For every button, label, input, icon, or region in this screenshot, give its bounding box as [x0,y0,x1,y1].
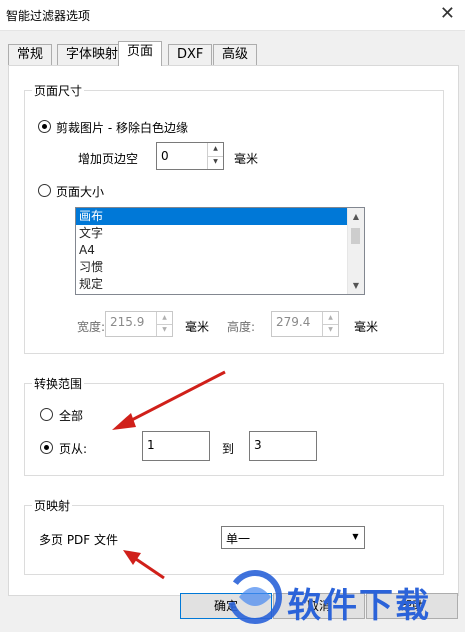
page-mapping-title: 页映射 [32,497,73,514]
list-item[interactable]: A4 [76,242,350,259]
title-bar: 智能过滤器选项 ✕ [0,0,465,31]
page-from-value: 1 [147,438,155,452]
multi-page-pdf-label: 多页 PDF 文件 [39,533,119,547]
convert-range-title: 转换范围 [32,375,85,392]
height-stepper[interactable]: 279.4 ▲ ▼ [271,311,339,337]
page-from-input[interactable]: 1 [142,431,210,461]
margin-unit: 毫米 [234,152,259,166]
list-scrollbar[interactable]: ▲ ▼ [347,208,364,294]
width-value: 215.9 [110,315,145,329]
list-item[interactable]: 文字 [76,225,350,242]
convert-range-group: 转换范围 全部 页从: 1 到 3 [24,375,444,476]
list-item[interactable]: 习惯 [76,259,350,276]
close-button[interactable]: ✕ [440,3,455,24]
page-to-input[interactable]: 3 [249,431,317,461]
tab-page[interactable]: 页面 [118,41,163,66]
tab-dxf[interactable]: DXF [168,44,213,65]
range-all-label: 全部 [59,409,84,423]
height-value: 279.4 [276,315,311,329]
tab-font-mapping[interactable]: 字体映射 [57,44,128,65]
height-unit: 毫米 [354,320,379,334]
crop-label: 剪裁图片 - 移除白色边缘 [56,121,188,135]
margin-up-arrow-icon[interactable]: ▲ [208,143,223,157]
scroll-thumb[interactable] [351,228,360,244]
dragon-logo-icon [228,570,282,624]
watermark-text: 软件下载 [287,586,431,626]
tab-advanced[interactable]: 高级 [213,44,258,65]
page-to-value: 3 [254,438,262,452]
page-mapping-group: 页映射 多页 PDF 文件 单一 ▼ [24,497,444,575]
scroll-down-arrow-icon[interactable]: ▼ [348,277,364,294]
scroll-up-arrow-icon[interactable]: ▲ [348,208,364,225]
chevron-down-icon[interactable]: ▼ [347,527,364,548]
width-label: 宽度: [77,320,106,334]
range-pages-label: 页从: [59,442,88,456]
margin-label: 增加页边空 [78,152,139,166]
height-label: 高度: [227,320,256,334]
range-all-radio[interactable] [40,408,53,421]
page-mapping-value: 单一 [226,532,251,546]
page-size-radio[interactable] [38,184,51,197]
page-size-label: 页面大小 [56,185,105,199]
page-size-list[interactable]: 画布 文字 A4 习惯 规定 ▲ ▼ [75,207,365,295]
margin-value: 0 [161,149,169,163]
window-title: 智能过滤器选项 [6,9,91,23]
page-tab-panel: 页面尺寸 剪裁图片 - 移除白色边缘 增加页边空 0 ▲ ▼ 毫米 页面大小 宽… [8,65,459,596]
to-label: 到 [222,442,235,456]
margin-stepper[interactable]: 0 ▲ ▼ [156,142,224,170]
tab-general[interactable]: 常规 [8,44,53,65]
page-size-group-title: 页面尺寸 [32,82,85,99]
width-stepper[interactable]: 215.9 ▲ ▼ [105,311,173,337]
margin-down-arrow-icon[interactable]: ▼ [208,156,223,169]
page-mapping-select[interactable]: 单一 ▼ [221,526,365,549]
list-item[interactable]: 画布 [76,208,350,225]
list-item[interactable]: 规定 [76,276,350,293]
range-pages-radio[interactable] [40,441,53,454]
width-down-arrow-icon[interactable]: ▼ [157,324,172,336]
height-down-arrow-icon[interactable]: ▼ [323,324,338,336]
width-unit: 毫米 [185,320,210,334]
crop-radio[interactable] [38,120,51,133]
